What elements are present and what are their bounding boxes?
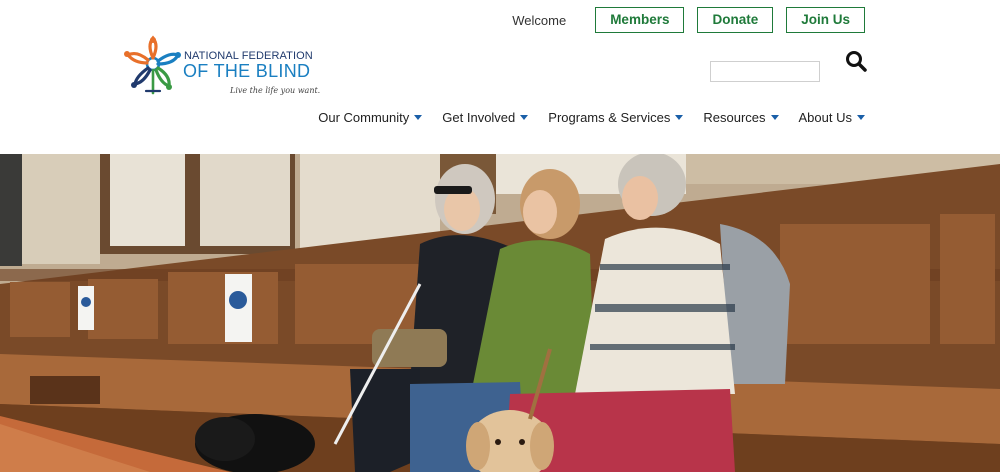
nav-our-community[interactable]: Our Community: [318, 110, 423, 125]
caret-down-icon: [675, 115, 684, 120]
welcome-text: Welcome: [512, 12, 567, 28]
donate-button[interactable]: Donate: [697, 7, 774, 33]
caret-down-icon: [414, 115, 423, 120]
site-header: Welcome Members Donate Join Us NATIONAL …: [0, 0, 1000, 154]
caret-down-icon: [857, 115, 865, 120]
join-button[interactable]: Join Us: [786, 7, 865, 33]
caret-down-icon: [520, 115, 529, 120]
nav-about-us[interactable]: About Us: [799, 110, 865, 125]
logo-tagline: Live the life you want.: [230, 86, 321, 95]
caret-down-icon: [770, 115, 779, 120]
nav-label: Our Community: [318, 110, 410, 125]
nav-resources[interactable]: Resources: [703, 110, 779, 125]
main-navigation: Our Community Get Involved Programs & Se…: [298, 110, 865, 125]
nav-programs-services[interactable]: Programs & Services: [548, 110, 684, 125]
hero-image: [0, 154, 1000, 472]
nav-label: Get Involved: [442, 110, 516, 125]
nav-label: About Us: [798, 110, 852, 125]
nav-get-involved[interactable]: Get Involved: [442, 110, 529, 125]
nav-label: Programs & Services: [548, 110, 671, 125]
search-icon[interactable]: [845, 50, 867, 72]
logo-text-line2: OF THE BLIND: [183, 61, 311, 81]
site-logo[interactable]: NATIONAL FEDERATION OF THE BLIND Live th…: [122, 33, 320, 99]
logo-mark-icon: [124, 35, 181, 95]
members-button[interactable]: Members: [595, 7, 685, 33]
nav-label: Resources: [703, 110, 766, 125]
search-input[interactable]: [710, 61, 820, 82]
utility-bar: Welcome Members Donate Join Us: [512, 7, 865, 33]
hero-illustration: [0, 154, 1000, 472]
